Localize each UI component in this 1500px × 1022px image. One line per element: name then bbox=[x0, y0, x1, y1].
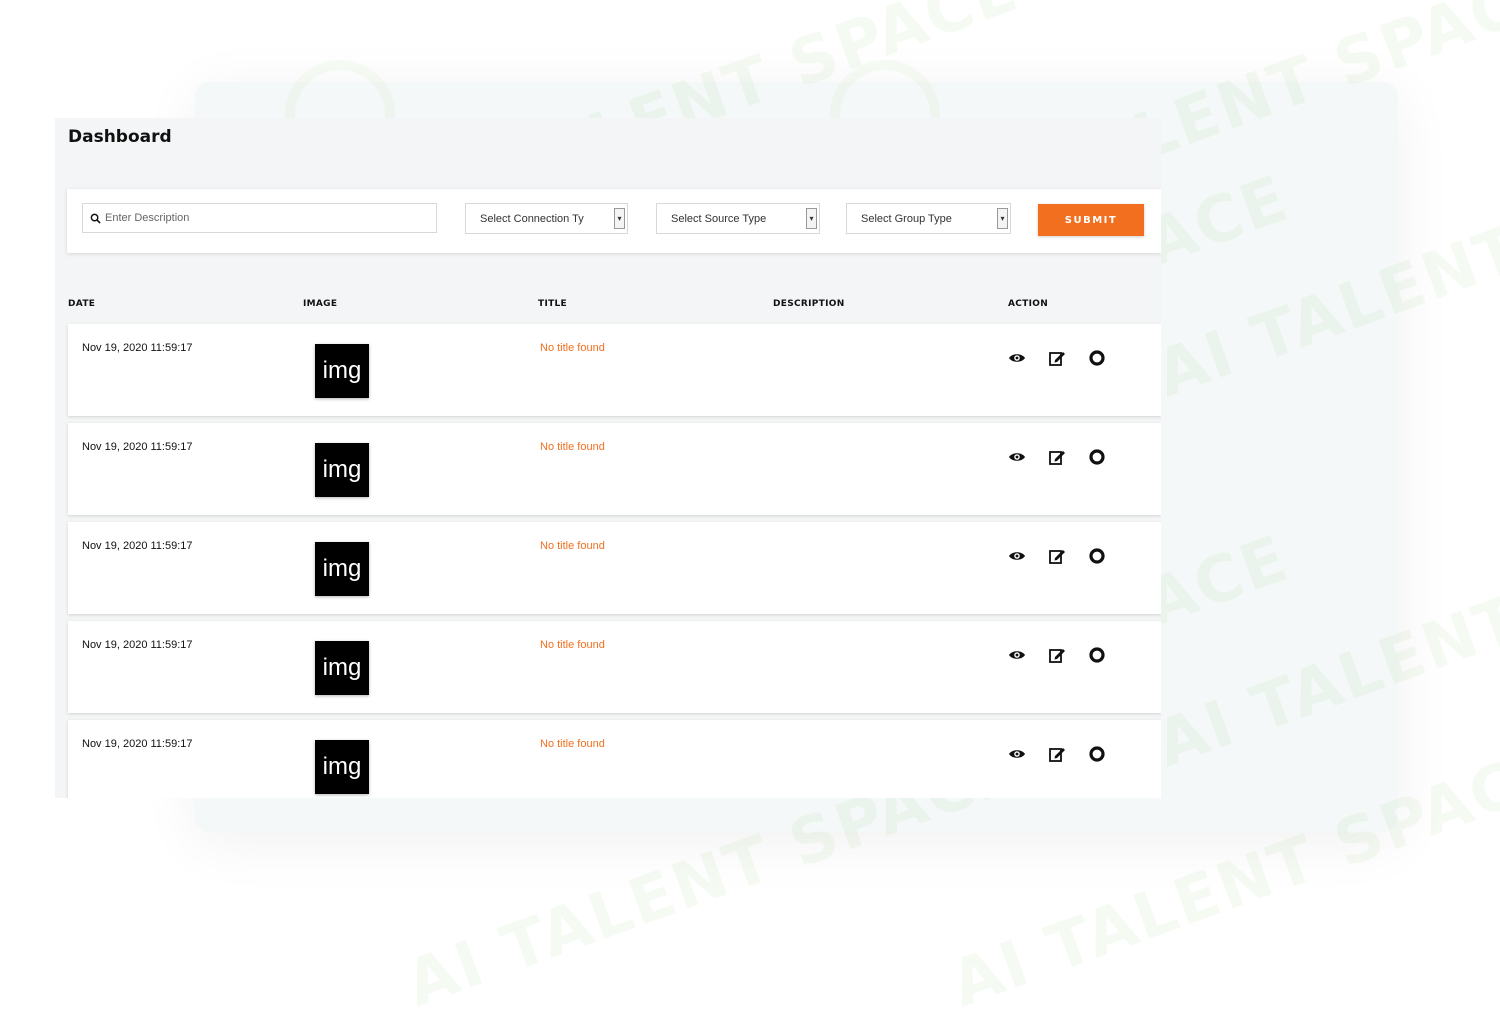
circle-icon[interactable] bbox=[1088, 646, 1106, 664]
edit-icon[interactable] bbox=[1048, 349, 1066, 367]
search-icon bbox=[90, 213, 101, 224]
row-date: Nov 19, 2020 11:59:17 bbox=[82, 540, 193, 552]
chevron-down-icon[interactable]: ▾ bbox=[806, 208, 817, 229]
row-actions bbox=[1008, 547, 1106, 565]
column-header-image: IMAGE bbox=[303, 299, 338, 309]
table-row: Nov 19, 2020 11:59:17 img No title found bbox=[68, 522, 1161, 614]
eye-icon[interactable] bbox=[1008, 745, 1026, 763]
connection-type-select[interactable]: Select Connection Ty ▾ bbox=[465, 203, 628, 234]
source-type-value: Select Source Type bbox=[671, 212, 767, 225]
row-actions bbox=[1008, 745, 1106, 763]
column-header-description: DESCRIPTION bbox=[773, 299, 845, 309]
row-image: img bbox=[315, 641, 369, 695]
row-title: No title found bbox=[540, 540, 605, 552]
column-header-title: TITLE bbox=[538, 299, 568, 309]
circle-icon[interactable] bbox=[1088, 448, 1106, 466]
row-title: No title found bbox=[540, 342, 605, 354]
table-row: Nov 19, 2020 11:59:17 img No title found bbox=[68, 621, 1161, 713]
eye-icon[interactable] bbox=[1008, 547, 1026, 565]
circle-icon[interactable] bbox=[1088, 349, 1106, 367]
table-row: Nov 19, 2020 11:59:17 img No title found bbox=[68, 423, 1161, 515]
source-type-select[interactable]: Select Source Type ▾ bbox=[656, 203, 820, 234]
connection-type-value: Select Connection Ty bbox=[480, 212, 584, 225]
search-input[interactable] bbox=[105, 212, 425, 224]
search-box[interactable] bbox=[82, 203, 437, 233]
row-date: Nov 19, 2020 11:59:17 bbox=[82, 738, 193, 750]
circle-icon[interactable] bbox=[1088, 547, 1106, 565]
column-header-date: DATE bbox=[68, 299, 96, 309]
row-image: img bbox=[315, 740, 369, 794]
edit-icon[interactable] bbox=[1048, 745, 1066, 763]
table-row: Nov 19, 2020 11:59:17 img No title found bbox=[68, 324, 1161, 416]
group-type-select[interactable]: Select Group Type ▾ bbox=[846, 203, 1011, 234]
row-image: img bbox=[315, 443, 369, 497]
row-date: Nov 19, 2020 11:59:17 bbox=[82, 342, 193, 354]
row-title: No title found bbox=[540, 738, 605, 750]
dashboard-panel: Dashboard Select Connection Ty ▾ Select … bbox=[55, 118, 1161, 798]
row-actions bbox=[1008, 646, 1106, 664]
submit-button[interactable]: SUBMIT bbox=[1038, 204, 1144, 236]
group-type-value: Select Group Type bbox=[861, 212, 952, 225]
edit-icon[interactable] bbox=[1048, 448, 1066, 466]
edit-icon[interactable] bbox=[1048, 547, 1066, 565]
filter-bar: Select Connection Ty ▾ Select Source Typ… bbox=[67, 189, 1161, 253]
row-image: img bbox=[315, 344, 369, 398]
row-title: No title found bbox=[540, 441, 605, 453]
edit-icon[interactable] bbox=[1048, 646, 1066, 664]
page-title: Dashboard bbox=[68, 127, 172, 147]
row-image: img bbox=[315, 542, 369, 596]
circle-icon[interactable] bbox=[1088, 745, 1106, 763]
row-title: No title found bbox=[540, 639, 605, 651]
table-row: Nov 19, 2020 11:59:17 img No title found bbox=[68, 720, 1161, 798]
row-date: Nov 19, 2020 11:59:17 bbox=[82, 639, 193, 651]
chevron-down-icon[interactable]: ▾ bbox=[997, 208, 1008, 229]
eye-icon[interactable] bbox=[1008, 448, 1026, 466]
row-date: Nov 19, 2020 11:59:17 bbox=[82, 441, 193, 453]
column-header-action: ACTION bbox=[1008, 299, 1049, 309]
row-actions bbox=[1008, 448, 1106, 466]
eye-icon[interactable] bbox=[1008, 349, 1026, 367]
row-actions bbox=[1008, 349, 1106, 367]
chevron-down-icon[interactable]: ▾ bbox=[614, 208, 625, 229]
eye-icon[interactable] bbox=[1008, 646, 1026, 664]
